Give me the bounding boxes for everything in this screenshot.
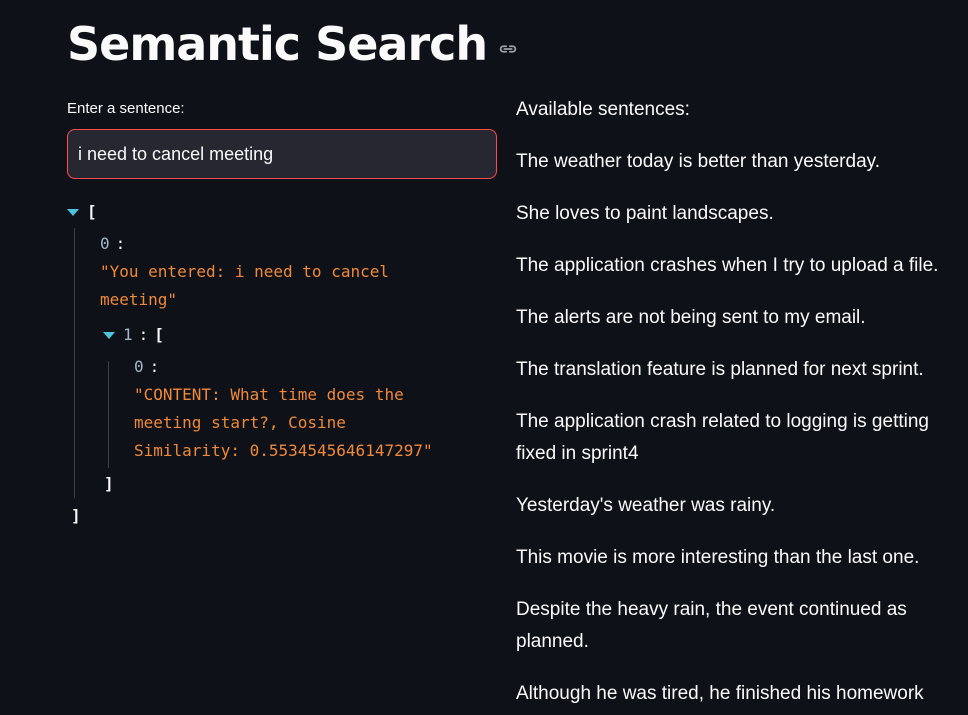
json-item-0-value-line2: meeting" [100, 290, 178, 309]
json-item-0-key: 0: [100, 234, 126, 253]
json-item-1-open: 1:[ [103, 321, 164, 349]
sentence-input[interactable] [67, 129, 497, 179]
json-root-open: [ [67, 198, 97, 226]
json-nested-0-value-line2: meeting start?, Cosine [134, 413, 346, 432]
json-nested-0-value-line3: Similarity: 0.5534545646147297" [134, 441, 433, 460]
sentences-heading: Available sentences: [516, 99, 690, 120]
sentence-item: The translation feature is planned for n… [516, 359, 924, 380]
json-root-close: ] [71, 506, 81, 525]
json-nested-0-value-line1: "CONTENT: What time does the [134, 385, 404, 404]
json-indent-guide [74, 228, 75, 498]
sentence-item: The application crash related to logging… [516, 411, 929, 464]
input-label: Enter a sentence: [67, 100, 185, 117]
sentence-item: This movie is more interesting than the … [516, 547, 920, 568]
sentence-item: She loves to paint landscapes. [516, 203, 774, 224]
json-item-1-close: ] [104, 474, 114, 493]
available-sentences: Available sentences: The weather today i… [516, 94, 956, 715]
app-page: Semantic Search Enter a sentence: [ 0: "… [0, 0, 968, 715]
link-icon[interactable] [497, 38, 519, 60]
json-item-0-value-line1: "You entered: i need to cancel [100, 262, 389, 281]
sentence-item: The weather today is better than yesterd… [516, 151, 881, 172]
title-row: Semantic Search [67, 8, 519, 80]
sentence-item: The application crashes when I try to up… [516, 255, 939, 276]
json-indent-guide-nested [108, 361, 109, 468]
json-nested-0-key: 0: [134, 357, 160, 376]
sentence-item: Despite the heavy rain, the event contin… [516, 599, 907, 652]
sentence-item: Although he was tired, he finished his h… [516, 683, 924, 704]
input-section: Enter a sentence: [67, 98, 497, 179]
sentence-item: Yesterday's weather was rainy. [516, 495, 776, 516]
collapse-caret-icon[interactable] [67, 209, 79, 216]
collapse-caret-icon[interactable] [103, 332, 115, 339]
sentence-item: The alerts are not being sent to my emai… [516, 307, 866, 328]
page-title: Semantic Search [67, 17, 488, 71]
